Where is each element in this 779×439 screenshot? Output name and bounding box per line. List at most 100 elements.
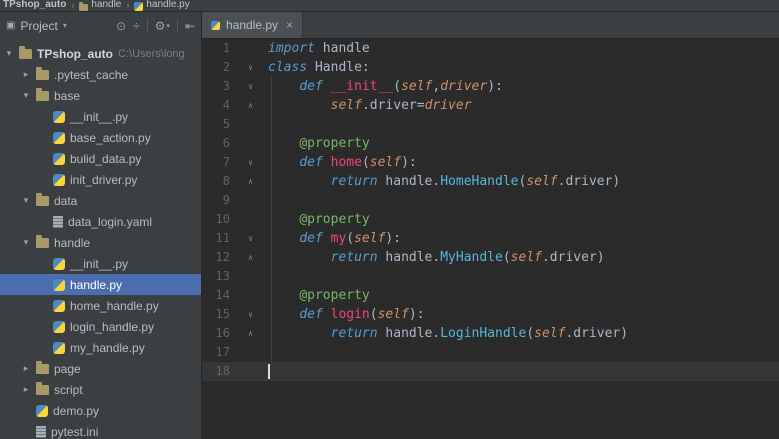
tree-item-label: my_handle.py <box>70 340 145 355</box>
editor-line-11[interactable]: 11 ∨ def my(self): <box>202 229 779 248</box>
tree-item-login-handle-py[interactable]: login_handle.py <box>0 316 201 337</box>
line-number: 8 <box>222 174 230 188</box>
folder-icon <box>36 381 49 395</box>
code-token: Handle: <box>314 60 370 75</box>
chevron-collapsed-icon[interactable]: ▸ <box>21 363 31 374</box>
gutter: 2 ∨ <box>202 58 260 77</box>
fold-marker-icon[interactable]: ∧ <box>230 96 260 115</box>
code-token: self <box>401 79 433 94</box>
tree-item-script[interactable]: ▸ script <box>0 379 201 400</box>
tree-item-pytest-ini[interactable]: pytest.ini <box>0 421 201 439</box>
editor-line-16[interactable]: 16 ∧ return handle.LoginHandle(self.drive… <box>202 324 779 343</box>
code-token: ( <box>526 326 535 341</box>
editor-line-12[interactable]: 12 ∧ return handle.MyHandle(self.driver) <box>202 248 779 267</box>
gutter: 13 <box>202 267 260 286</box>
tree-item-init-driver-py[interactable]: init_driver.py <box>0 169 201 190</box>
breadcrumb-label: handle <box>91 0 122 10</box>
editor-line-7[interactable]: 7 ∨ def home(self): <box>202 153 779 172</box>
editor-line-13[interactable]: 13 <box>202 267 779 286</box>
code-token: ( <box>346 231 355 246</box>
fold-marker-icon[interactable]: ∨ <box>230 58 260 77</box>
chevron-down-icon[interactable]: ▾ <box>63 21 67 30</box>
editor-line-17[interactable]: 17 <box>202 343 779 362</box>
code-token: .driver) <box>565 326 629 341</box>
tree-item-handle[interactable]: ▾ handle <box>0 232 201 253</box>
settings-gear-icon[interactable]: ⚙ ▾ <box>155 19 170 33</box>
chevron-expanded-icon[interactable]: ▾ <box>21 237 31 248</box>
line-number: 17 <box>215 345 230 359</box>
chevron-collapsed-icon[interactable]: ▸ <box>21 384 31 395</box>
fold-marker-icon[interactable]: ∨ <box>230 153 260 172</box>
editor-line-1[interactable]: 1 import handle <box>202 39 779 58</box>
fold-marker-icon[interactable]: ∨ <box>230 77 260 96</box>
editor-line-18[interactable]: 18 <box>202 362 779 381</box>
editor-line-10[interactable]: 10 @property <box>202 210 779 229</box>
breadcrumb-item-handle[interactable]: handle <box>79 0 121 11</box>
editor-line-6[interactable]: 6 @property <box>202 134 779 153</box>
code-text: self.driver=driver <box>260 96 779 115</box>
breadcrumb-item-tpshop-auto[interactable]: TPshop_auto <box>3 0 66 11</box>
editor-line-14[interactable]: 14 @property <box>202 286 779 305</box>
tree-item-data-login-yaml[interactable]: data_login.yaml <box>0 211 201 232</box>
editor-line-3[interactable]: 3 ∨ def __init__(self,driver): <box>202 77 779 96</box>
code-editor[interactable]: 1 import handle 2 ∨ class Handle: 3 ∨ def __in… <box>202 39 779 439</box>
tree-item-home-handle-py[interactable]: home_handle.py <box>0 295 201 316</box>
tree-item-handle-py[interactable]: handle.py <box>0 274 201 295</box>
python-file-icon <box>53 299 65 312</box>
project-panel-title[interactable]: Project <box>20 19 57 33</box>
tree-item-init-py[interactable]: __init__.py <box>0 253 201 274</box>
editor-line-9[interactable]: 9 <box>202 191 779 210</box>
python-file-icon <box>53 131 65 144</box>
tree-item-data[interactable]: ▾ data <box>0 190 201 211</box>
editor-tab-bar: handle.py × <box>202 12 779 39</box>
chevron-collapsed-icon[interactable]: ▸ <box>21 69 31 80</box>
tree-item-base-action-py[interactable]: base_action.py <box>0 127 201 148</box>
tree-item-pytest-cache[interactable]: ▸ .pytest_cache <box>0 64 201 85</box>
fold-marker-icon[interactable]: ∨ <box>230 305 260 324</box>
line-number: 6 <box>222 136 230 150</box>
python-file-icon <box>53 110 65 123</box>
chevron-expanded-icon[interactable]: ▾ <box>21 90 31 101</box>
gutter: 9 <box>202 191 260 210</box>
code-text: @property <box>260 210 779 229</box>
fold-marker-icon[interactable]: ∧ <box>230 324 260 343</box>
editor-line-8[interactable]: 8 ∧ return handle.HomeHandle(self.driver) <box>202 172 779 191</box>
code-token: __init__ <box>330 79 394 94</box>
code-token: @property <box>299 212 370 227</box>
tree-item-init-py[interactable]: __init__.py <box>0 106 201 127</box>
line-number: 2 <box>222 60 230 74</box>
editor-line-5[interactable]: 5 <box>202 115 779 134</box>
chevron-expanded-icon[interactable]: ▾ <box>4 48 14 59</box>
hide-panel-icon[interactable]: ⇤ <box>185 19 195 33</box>
breadcrumb-item-handle-py[interactable]: handle.py <box>134 0 190 11</box>
folder-icon <box>36 87 49 101</box>
tree-item-base[interactable]: ▾ base <box>0 85 201 106</box>
locate-file-icon[interactable]: ⊙ <box>116 19 126 33</box>
code-token: ( <box>502 250 511 265</box>
tree-item-bulid-data-py[interactable]: bulid_data.py <box>0 148 201 169</box>
chevron-expanded-icon[interactable]: ▾ <box>21 195 31 206</box>
tab-handle-py[interactable]: handle.py × <box>202 12 304 38</box>
project-path: C:\Users\long <box>118 47 185 60</box>
editor-line-4[interactable]: 4 ∧ self.driver=driver <box>202 96 779 115</box>
tree-item-label: home_handle.py <box>70 298 159 313</box>
tree-item-page[interactable]: ▸ page <box>0 358 201 379</box>
fold-marker-icon[interactable]: ∨ <box>230 229 260 248</box>
close-icon[interactable]: × <box>286 18 293 32</box>
tree-item-demo-py[interactable]: demo.py <box>0 400 201 421</box>
editor-line-2[interactable]: 2 ∨ class Handle: <box>202 58 779 77</box>
tree-item-label: login_handle.py <box>70 319 155 334</box>
editor-line-15[interactable]: 15 ∨ def login(self): <box>202 305 779 324</box>
folder-icon <box>36 66 49 80</box>
code-token: driver <box>440 79 488 94</box>
code-text: import handle <box>260 39 779 58</box>
tree-item-my-handle-py[interactable]: my_handle.py <box>0 337 201 358</box>
collapse-all-icon[interactable]: ÷ <box>133 19 140 33</box>
code-text: def home(self): <box>260 153 779 172</box>
fold-marker-icon[interactable]: ∧ <box>230 172 260 191</box>
fold-marker-icon[interactable]: ∧ <box>230 248 260 267</box>
tree-item-tpshop-auto[interactable]: ▾ TPshop_auto C:\Users\long <box>0 43 201 64</box>
